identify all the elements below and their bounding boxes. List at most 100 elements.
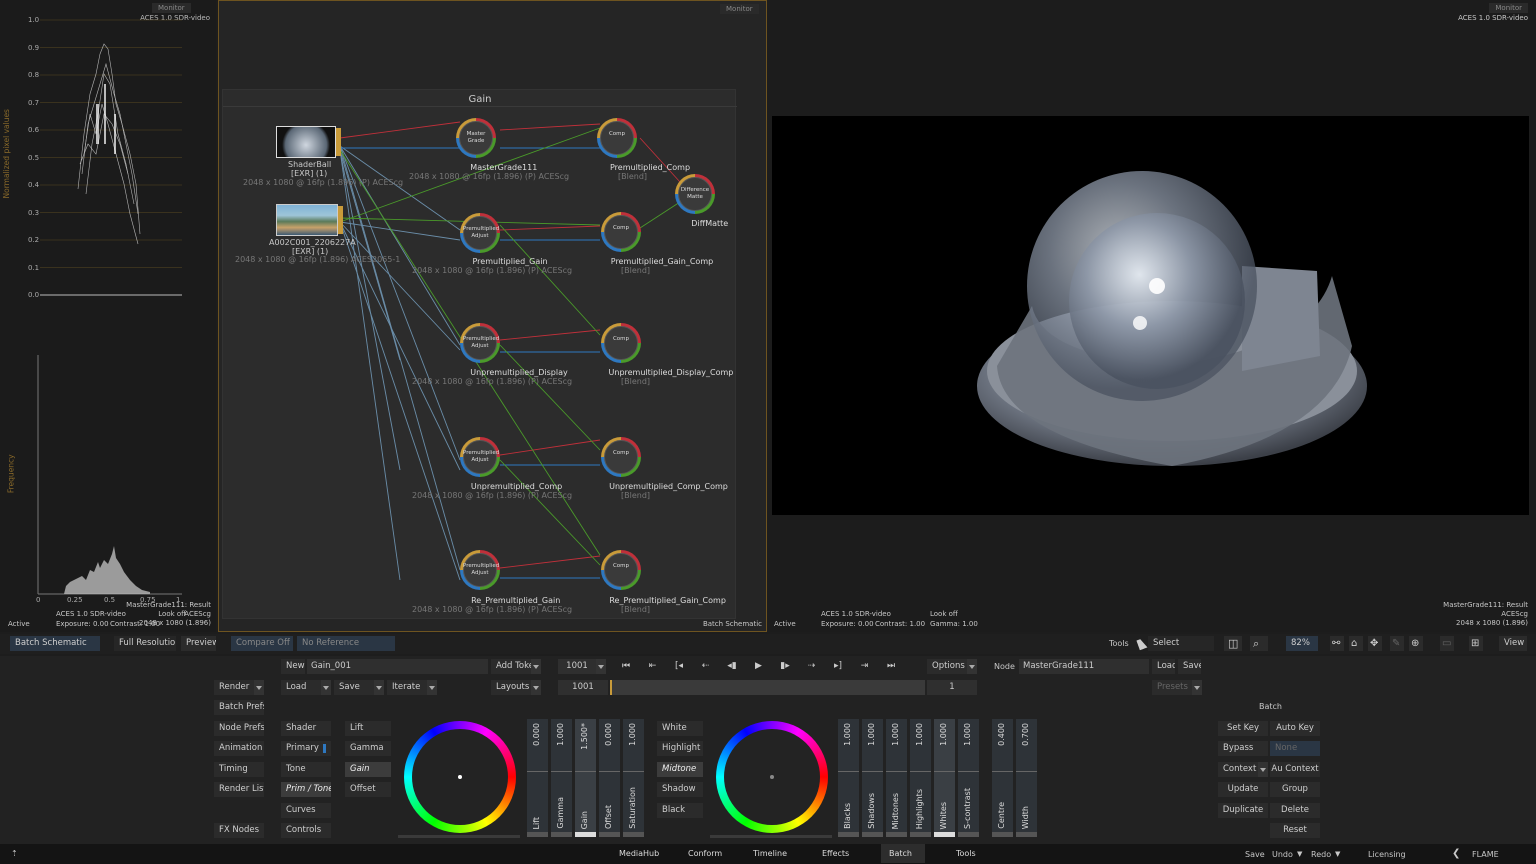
eyedropper-icon[interactable]: ✎: [1390, 636, 1404, 651]
midtone-button[interactable]: Midtone: [657, 762, 703, 777]
highlight-button[interactable]: Highlight: [657, 741, 703, 756]
duplicate-button[interactable]: Duplicate: [1218, 803, 1268, 818]
node-premult-gain-comp-core[interactable]: [604, 215, 638, 249]
slider-lift[interactable]: 0.000 Lift: [527, 719, 548, 837]
node-clip-port[interactable]: [338, 206, 343, 234]
tab-conform[interactable]: Conform: [680, 844, 736, 863]
zoom-search-icon[interactable]: ⌕: [1250, 636, 1268, 651]
node-shaderball-port[interactable]: [336, 128, 341, 156]
iterate-dropdown-icon[interactable]: [427, 680, 437, 695]
slider-whites[interactable]: 1.000 Whites: [934, 719, 955, 837]
tab-tools[interactable]: Tools: [948, 844, 1004, 863]
frame-count-field[interactable]: 1: [927, 680, 977, 695]
curves-button[interactable]: Curves: [281, 803, 331, 818]
fx-nodes-button[interactable]: FX Nodes: [214, 823, 264, 838]
layouts-button[interactable]: Layouts: [491, 680, 541, 695]
set-key-button[interactable]: Set Key: [1218, 721, 1268, 736]
prim-tone-button[interactable]: Prim / Tone: [281, 782, 331, 797]
update-button[interactable]: Update: [1218, 782, 1268, 797]
next-key-icon[interactable]: ⇥: [853, 659, 877, 674]
bottom-save-button[interactable]: Save: [1245, 851, 1265, 859]
slider-saturation[interactable]: 1.000 Saturation: [623, 719, 644, 837]
go-end-icon[interactable]: ⏭: [879, 659, 903, 674]
shadow-button[interactable]: Shadow: [657, 782, 703, 797]
save-button[interactable]: Save: [334, 680, 384, 695]
monitor-label-right[interactable]: Monitor: [1489, 3, 1528, 13]
add-token-button[interactable]: Add Token: [491, 659, 541, 674]
none-field[interactable]: None: [1270, 741, 1320, 756]
mask-icon[interactable]: ▭: [1440, 636, 1454, 651]
slider-scontrast[interactable]: 1.000 S-contrast: [958, 719, 979, 837]
load-button[interactable]: Load: [281, 680, 331, 695]
options-dropdown-icon[interactable]: [967, 659, 977, 674]
add-frame-icon[interactable]: ⊞: [1469, 636, 1483, 651]
play-forward-icon[interactable]: ▮▸: [773, 659, 797, 674]
redo-dropdown-icon[interactable]: ▼: [1335, 851, 1340, 858]
primary-button[interactable]: Primary: [281, 741, 331, 756]
color-wheel-tone-puck[interactable]: [770, 775, 774, 779]
node-save-button[interactable]: Save: [1178, 659, 1201, 674]
collapse-icon[interactable]: ⇡: [11, 850, 18, 858]
frame-field[interactable]: 1001: [558, 659, 596, 674]
group-button[interactable]: Group: [1270, 782, 1320, 797]
add-token-dropdown-icon[interactable]: [531, 659, 541, 674]
controls-button[interactable]: Controls: [281, 823, 331, 838]
play-icon[interactable]: ▶: [747, 659, 771, 674]
black-button[interactable]: Black: [657, 803, 703, 818]
timing-button[interactable]: Timing: [214, 762, 264, 777]
load-dropdown-icon[interactable]: [321, 680, 331, 695]
no-reference-button[interactable]: No Reference: [297, 636, 395, 651]
preview-button[interactable]: Preview: [181, 636, 216, 651]
node-clip[interactable]: [276, 204, 338, 236]
schematic-panel[interactable]: Monitor Gain Batch Schematic: [218, 0, 767, 632]
full-resolution-button[interactable]: Full Resolution: [114, 636, 176, 651]
monitor-label-left[interactable]: Monitor: [152, 3, 191, 13]
save-dropdown-icon[interactable]: [374, 680, 384, 695]
monitor-label-mid[interactable]: Monitor: [720, 4, 759, 14]
view-button[interactable]: View: [1499, 636, 1527, 651]
undo-button[interactable]: Undo: [1272, 851, 1293, 859]
lift-button[interactable]: Lift: [345, 721, 391, 736]
slider-offset[interactable]: 0.000 Offset: [599, 719, 620, 837]
color-wheel-tone-bar[interactable]: [710, 835, 832, 838]
batch-prefs-button[interactable]: Batch Prefs: [214, 700, 264, 715]
prev-key-icon[interactable]: ⇤: [641, 659, 665, 674]
viewer-panel[interactable]: Monitor ACES 1.0 SDR-video ACES 1.0 SDR-…: [770, 0, 1536, 632]
white-button[interactable]: White: [657, 721, 703, 736]
presets-button[interactable]: Presets: [1152, 680, 1202, 695]
slider-midtones[interactable]: 1.000 Midtones: [886, 719, 907, 837]
auto-key-button[interactable]: Auto Key: [1270, 721, 1320, 736]
iterate-button[interactable]: Iterate: [387, 680, 437, 695]
new-button[interactable]: New: [281, 659, 305, 674]
move-icon[interactable]: ✥: [1368, 636, 1382, 651]
zoom-field[interactable]: 82%: [1286, 636, 1318, 651]
tab-batch[interactable]: Batch: [881, 844, 925, 863]
node-shaderball[interactable]: [276, 126, 336, 158]
node-name-field[interactable]: MasterGrade111: [1019, 659, 1149, 674]
slider-width[interactable]: 0.700 Width: [1016, 719, 1037, 837]
link-icon[interactable]: ⚯: [1330, 636, 1344, 651]
timeline-scrubber[interactable]: [610, 680, 925, 695]
offset-button[interactable]: Offset: [345, 782, 391, 797]
frame-dropdown-icon[interactable]: [596, 659, 606, 674]
mark-out-icon[interactable]: ▸]: [826, 659, 850, 674]
viewer-image[interactable]: [772, 116, 1529, 515]
step-back-icon[interactable]: ⇠: [694, 659, 718, 674]
tone-button[interactable]: Tone: [281, 762, 331, 777]
batch-schematic-button[interactable]: Batch Schematic: [10, 636, 100, 651]
slider-gain[interactable]: 1.500* Gain: [575, 719, 596, 837]
shader-button[interactable]: Shader: [281, 721, 331, 736]
context-dropdown-icon[interactable]: [1258, 762, 1268, 777]
animation-button[interactable]: Animation: [214, 741, 264, 756]
node-repremult-gain-comp-core[interactable]: [604, 553, 638, 587]
frame-dropdown[interactable]: [596, 659, 606, 674]
undo-dropdown-icon[interactable]: ▼: [1297, 851, 1302, 858]
tab-timeline[interactable]: Timeline: [745, 844, 801, 863]
mark-in-back-icon[interactable]: [◂: [667, 659, 691, 674]
tools-label[interactable]: Tools: [1109, 640, 1129, 648]
node-load-button[interactable]: Load: [1152, 659, 1175, 674]
slider-highlights[interactable]: 1.000 Highlights: [910, 719, 931, 837]
node-premult-comp-core[interactable]: [600, 121, 634, 155]
options-button[interactable]: Options: [927, 659, 977, 674]
node-unpremult-comp-comp-core[interactable]: [604, 440, 638, 474]
